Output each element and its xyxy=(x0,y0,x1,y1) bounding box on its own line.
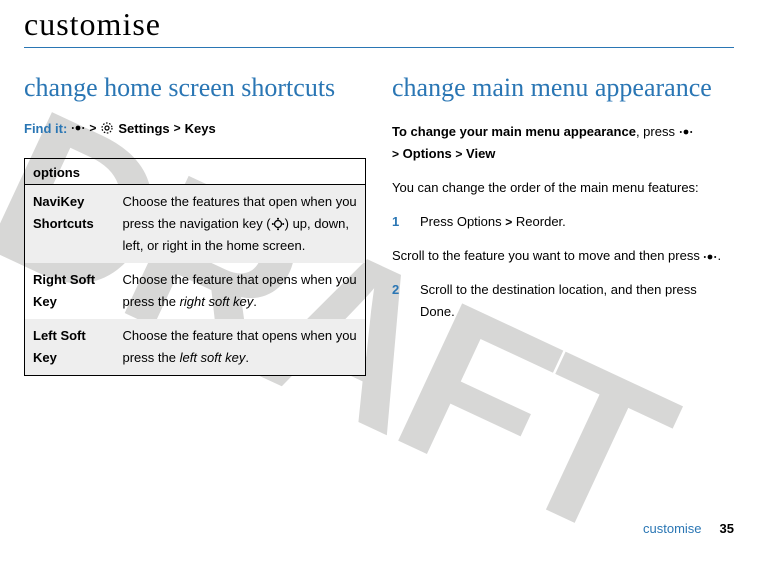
table-row: Right Soft Key Choose the feature that o… xyxy=(25,263,366,319)
step-text-after: . xyxy=(562,214,566,229)
option-name: Left Soft Key xyxy=(25,319,115,376)
lead-after: , press xyxy=(636,124,679,139)
path-keys: Keys xyxy=(185,121,216,136)
gear-icon xyxy=(100,121,114,135)
path-sep: > xyxy=(174,121,181,135)
center-key-icon xyxy=(71,122,85,134)
body-text-after: . xyxy=(717,248,721,263)
path-sep: > xyxy=(392,147,399,161)
path-view: View xyxy=(466,146,495,161)
desc-text-after: . xyxy=(245,350,249,365)
options-table: options NaviKey Shortcuts Choose the fea… xyxy=(24,158,366,377)
center-key-icon xyxy=(703,251,717,263)
menu-done: Done xyxy=(420,304,451,319)
nav-key-icon xyxy=(271,217,285,231)
step-2: 2 Scroll to the destination location, an… xyxy=(392,279,734,323)
option-name: Right Soft Key xyxy=(25,263,115,319)
step-text-before: Press xyxy=(420,214,457,229)
option-desc: Choose the features that open when you p… xyxy=(115,184,366,263)
page-footer: customise 35 xyxy=(643,521,734,536)
center-key-icon xyxy=(679,126,693,138)
page-title: customise xyxy=(24,6,734,45)
section-title-shortcuts: change home screen shortcuts xyxy=(24,74,366,103)
lead-paragraph: To change your main menu appearance, pre… xyxy=(392,121,734,165)
footer-page-number: 35 xyxy=(720,521,734,536)
table-row: NaviKey Shortcuts Choose the features th… xyxy=(25,184,366,263)
option-name: NaviKey Shortcuts xyxy=(25,184,115,263)
path-sep: > xyxy=(455,147,462,161)
body-paragraph: Scroll to the feature you want to move a… xyxy=(392,245,734,267)
path-sep: > xyxy=(505,215,512,229)
two-column-layout: change home screen shortcuts Find it: > … xyxy=(24,74,734,376)
step-text: Scroll to the destination location, and … xyxy=(420,279,734,323)
find-it-label: Find it: xyxy=(24,121,67,136)
footer-section-label: customise xyxy=(643,521,702,536)
step-text: Press Options > Reorder. xyxy=(420,211,566,233)
options-table-header: options xyxy=(25,158,366,184)
title-rule xyxy=(24,47,734,48)
section-title-mainmenu: change main menu appearance xyxy=(392,74,734,103)
path-options: Options xyxy=(403,146,452,161)
step-text-before: Scroll to the destination location, and … xyxy=(420,282,697,297)
body-paragraph: You can change the order of the main men… xyxy=(392,177,734,199)
option-desc: Choose the feature that opens when you p… xyxy=(115,319,366,376)
menu-options: Options xyxy=(457,214,502,229)
option-desc: Choose the feature that opens when you p… xyxy=(115,263,366,319)
path-settings: Settings xyxy=(118,121,169,136)
step-1: 1 Press Options > Reorder. xyxy=(392,211,734,233)
desc-text-ital: left soft key xyxy=(180,350,246,365)
find-it-path: Find it: > Settings > Keys xyxy=(24,121,366,136)
step-number: 2 xyxy=(392,279,404,323)
menu-reorder: Reorder xyxy=(516,214,562,229)
body-text-before: Scroll to the feature you want to move a… xyxy=(392,248,703,263)
path-sep: > xyxy=(89,121,96,135)
desc-text-ital: right soft key xyxy=(180,294,254,309)
right-column: change main menu appearance To change yo… xyxy=(392,74,734,376)
step-number: 1 xyxy=(392,211,404,233)
step-text-after: . xyxy=(451,304,455,319)
desc-text-after: . xyxy=(253,294,257,309)
table-row: Left Soft Key Choose the feature that op… xyxy=(25,319,366,376)
left-column: change home screen shortcuts Find it: > … xyxy=(24,74,366,376)
lead-strong: To change your main menu appearance xyxy=(392,124,636,139)
